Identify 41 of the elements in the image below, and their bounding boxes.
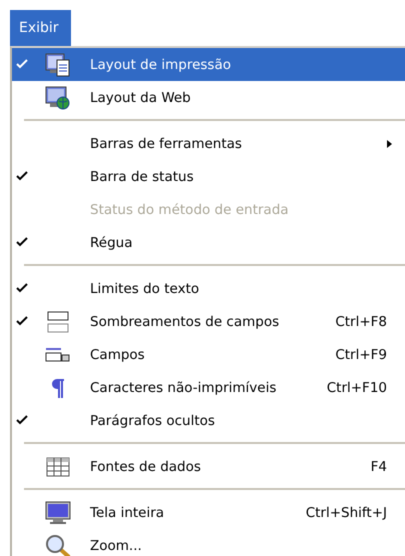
- menu-item[interactable]: Parágrafos ocultos: [12, 404, 405, 437]
- page-layout-icon: [45, 52, 71, 76]
- menu-item[interactable]: Barra de status: [12, 160, 405, 193]
- menu-item-label: Layout da Web: [89, 90, 192, 106]
- menu-title[interactable]: Exibir: [10, 10, 71, 46]
- field-box-icon: [45, 348, 71, 362]
- menu-item-label: Tela inteira: [89, 504, 166, 520]
- menu-item-label: Layout de impressão: [89, 56, 232, 72]
- menu-item-label: Barra de status: [89, 168, 195, 184]
- magnifier-icon: [45, 534, 71, 556]
- menu-item-label: Campos: [89, 346, 146, 362]
- shortcut-text: Ctrl+F9: [335, 346, 387, 362]
- menu-item[interactable]: Zoom...: [12, 529, 405, 556]
- menu-item[interactable]: Régua: [12, 226, 405, 259]
- menu-item-label: Zoom...: [89, 538, 143, 554]
- menu-item[interactable]: Fontes de dados F4: [12, 450, 405, 483]
- shortcut-text: F4: [370, 458, 387, 474]
- menu-item-label: Régua: [89, 234, 134, 250]
- menu-item-label: Parágrafos ocultos: [89, 412, 216, 428]
- menu-item-label: Sombreamentos de campos: [89, 314, 280, 330]
- menu-item[interactable]: Sombreamentos de campos Ctrl+F8: [12, 305, 405, 338]
- menu-item-label: Fontes de dados: [89, 458, 202, 474]
- menu-item-label: Caracteres não-imprimíveis: [89, 380, 278, 396]
- menu-item-label: Status do método de entrada: [89, 202, 290, 218]
- monitor-icon: [45, 500, 71, 524]
- menu-item[interactable]: Layout da Web: [12, 81, 405, 114]
- menu-item[interactable]: Barras de ferramentas: [12, 127, 405, 160]
- monitor-globe-icon: [45, 86, 71, 110]
- menu-item[interactable]: Tela inteira Ctrl+Shift+J: [12, 496, 405, 529]
- stacked-boxes-icon: [46, 310, 70, 334]
- menu-item-label: Barras de ferramentas: [89, 136, 243, 152]
- pilcrow-icon: [51, 378, 65, 398]
- table-grid-icon: [46, 456, 70, 476]
- shortcut-text: Ctrl+F10: [326, 380, 387, 396]
- menu-item[interactable]: Limites do texto: [12, 272, 405, 305]
- shortcut-text: Ctrl+F8: [335, 314, 387, 330]
- menu-item[interactable]: Caracteres não-imprimíveis Ctrl+F10: [12, 371, 405, 404]
- menu-item[interactable]: Layout de impressão: [12, 48, 405, 81]
- menu-item-label: Limites do texto: [89, 280, 200, 296]
- shortcut-text: Ctrl+Shift+J: [306, 504, 387, 520]
- menu-item[interactable]: Campos Ctrl+F9: [12, 338, 405, 371]
